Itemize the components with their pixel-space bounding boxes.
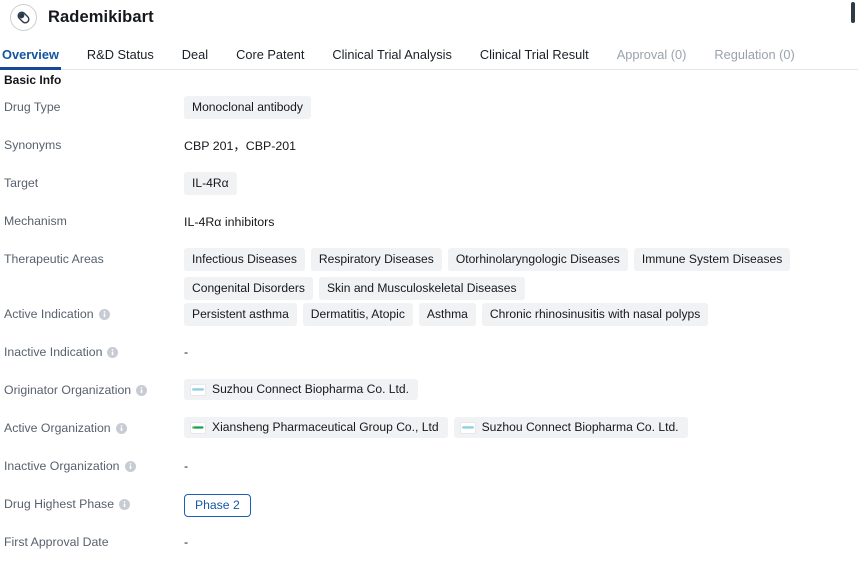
field-row-inactive-indication: Inactive Indication - [0, 338, 858, 376]
field-value: Suzhou Connect Biopharma Co. Ltd. [184, 378, 856, 400]
field-value: Monoclonal antibody [184, 95, 856, 119]
tag-chip[interactable]: Dermatitis, Atopic [302, 303, 413, 326]
drug-detail-page: Rademikibart Overview R&D Status Deal Co… [0, 0, 858, 579]
field-label: Active Organization [0, 416, 184, 436]
field-value: - [184, 454, 856, 473]
organization-chip[interactable]: Suzhou Connect Biopharma Co. Ltd. [184, 379, 418, 400]
tag-chip[interactable]: Skin and Musculoskeletal Diseases [318, 277, 525, 300]
tag-chip[interactable]: IL-4Rα [184, 172, 237, 195]
info-icon[interactable] [115, 422, 127, 434]
field-label: Drug Highest Phase [0, 492, 184, 512]
tab-approval[interactable]: Approval (0) [617, 47, 687, 70]
mechanism-text: IL-4Rα inhibitors [184, 215, 275, 229]
field-value: Infectious Diseases Respiratory Diseases… [184, 247, 856, 300]
tab-overview[interactable]: Overview [0, 47, 61, 70]
empty-value: - [184, 535, 189, 549]
tag-chip[interactable]: Infectious Diseases [184, 248, 305, 271]
organization-name: Xiansheng Pharmaceutical Group Co., Ltd [212, 420, 439, 434]
organization-chip[interactable]: Suzhou Connect Biopharma Co. Ltd. [453, 417, 688, 438]
field-value: - [184, 340, 856, 359]
page-scrollbar[interactable] [849, 0, 858, 579]
field-value: CBP 201，CBP-201 [184, 133, 856, 155]
organization-chip[interactable]: Xiansheng Pharmaceutical Group Co., Ltd [184, 417, 448, 438]
field-label-text: First Approval Date [4, 535, 109, 549]
capsule-pill-icon [10, 3, 37, 31]
field-label-text: Target [4, 176, 39, 190]
page-title: Rademikibart [48, 7, 154, 26]
info-icon[interactable] [98, 308, 110, 320]
field-label: Inactive Indication [0, 340, 184, 360]
info-icon[interactable] [107, 346, 119, 358]
field-label-text: Originator Organization [4, 383, 132, 397]
field-label-text: Inactive Organization [4, 459, 120, 473]
field-label: Synonyms [0, 133, 184, 153]
tab-rd-status[interactable]: R&D Status [87, 47, 154, 70]
status-badge[interactable]: Phase 2 [184, 494, 251, 517]
field-value: IL-4Rα inhibitors [184, 209, 856, 231]
field-label-text: Mechanism [4, 214, 67, 228]
section-title-basic-info: Basic Info [4, 73, 62, 87]
empty-value: - [184, 345, 189, 359]
field-label: First Approval Date [0, 530, 184, 550]
field-row-target: Target IL-4Rα [0, 169, 858, 207]
tab-core-patent[interactable]: Core Patent [236, 47, 304, 70]
organization-logo-icon [459, 421, 476, 434]
field-row-first-approval-date: First Approval Date - [0, 528, 858, 566]
info-icon[interactable] [136, 384, 148, 396]
tab-clinical-trial-analysis[interactable]: Clinical Trial Analysis [332, 47, 451, 70]
tag-chip[interactable]: Asthma [418, 303, 476, 326]
tag-chip[interactable]: Monoclonal antibody [184, 96, 311, 119]
field-label: Therapeutic Areas [0, 247, 184, 267]
organization-name: Suzhou Connect Biopharma Co. Ltd. [212, 382, 409, 396]
field-label-text: Drug Type [4, 100, 61, 114]
field-label-text: Active Indication [4, 307, 94, 321]
field-label-text: Drug Highest Phase [4, 497, 115, 511]
field-label: Active Indication [0, 302, 184, 322]
organization-logo-icon [190, 383, 206, 396]
tab-regulation[interactable]: Regulation (0) [714, 47, 794, 70]
field-row-drug-type: Drug Type Monoclonal antibody [0, 93, 858, 131]
field-value: - [184, 530, 856, 549]
basic-info-fields: Drug Type Monoclonal antibody Synonyms C… [0, 87, 858, 566]
tag-chip[interactable]: Otorhinolaryngologic Diseases [447, 248, 628, 271]
field-row-active-indication: Active Indication Persistent asthma Derm… [0, 300, 858, 338]
field-value: Persistent asthma Dermatitis, Atopic Ast… [184, 302, 856, 326]
field-label-text: Inactive Indication [4, 345, 103, 359]
info-icon[interactable] [124, 460, 136, 472]
field-value: Xiansheng Pharmaceutical Group Co., Ltd … [184, 416, 856, 438]
tag-chip[interactable]: Respiratory Diseases [310, 248, 442, 271]
field-label-text: Synonyms [4, 138, 62, 152]
field-label: Inactive Organization [0, 454, 184, 474]
field-label: Originator Organization [0, 378, 184, 398]
field-row-active-organization: Active Organization Xiansheng Pharmaceut… [0, 414, 858, 452]
field-label-text: Therapeutic Areas [4, 252, 104, 266]
tag-chip[interactable]: Chronic rhinosinusitis with nasal polyps [481, 303, 709, 326]
field-row-synonyms: Synonyms CBP 201，CBP-201 [0, 131, 858, 169]
tag-chip[interactable]: Immune System Diseases [633, 248, 791, 271]
field-row-originator-organization: Originator Organization Suzhou Connect B… [0, 376, 858, 414]
tag-chip[interactable]: Persistent asthma [184, 303, 297, 326]
field-row-mechanism: Mechanism IL-4Rα inhibitors [0, 207, 858, 245]
tag-chip[interactable]: Congenital Disorders [184, 277, 313, 300]
organization-name: Suzhou Connect Biopharma Co. Ltd. [481, 420, 679, 434]
field-value: IL-4Rα [184, 171, 856, 195]
field-row-therapeutic-areas: Therapeutic Areas Infectious Diseases Re… [0, 245, 858, 300]
organization-logo-icon [190, 421, 206, 434]
field-row-inactive-organization: Inactive Organization - [0, 452, 858, 490]
field-row-drug-highest-phase: Drug Highest Phase Phase 2 [0, 490, 858, 528]
synonyms-text: CBP 201，CBP-201 [184, 139, 297, 153]
field-value: Phase 2 [184, 492, 856, 517]
tab-deal[interactable]: Deal [182, 47, 208, 70]
tab-clinical-trial-result[interactable]: Clinical Trial Result [480, 47, 589, 70]
scrollbar-thumb[interactable] [851, 2, 855, 23]
page-header: Rademikibart [0, 0, 858, 34]
empty-value: - [184, 459, 189, 473]
tab-bar: Overview R&D Status Deal Core Patent Cli… [0, 38, 858, 70]
field-label: Target [0, 171, 184, 191]
field-label: Mechanism [0, 209, 184, 229]
info-icon[interactable] [119, 498, 131, 510]
field-label-text: Active Organization [4, 421, 111, 435]
field-label: Drug Type [0, 95, 184, 115]
